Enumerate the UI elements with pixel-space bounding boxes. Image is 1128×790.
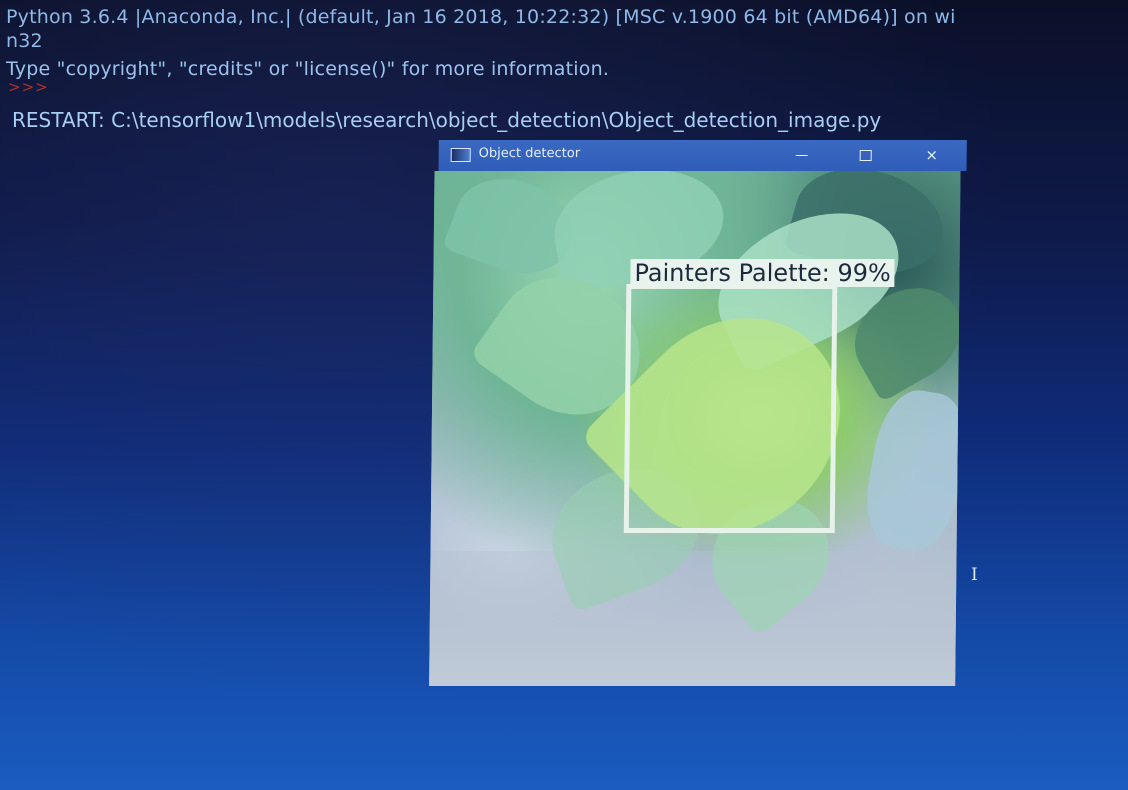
minimize-button[interactable] [787, 144, 817, 166]
detection-label: Painters Palette: 99% [630, 259, 895, 287]
restart-line: RESTART: C:\tensorflow1\models\research\… [12, 108, 882, 132]
python-version-line-wrap: n32 [6, 30, 43, 52]
minimize-icon [795, 155, 808, 156]
app-window-icon [450, 148, 471, 162]
close-button[interactable]: × [917, 144, 947, 166]
info-line: Type "copyright", "credits" or "license(… [6, 58, 610, 80]
close-icon: × [925, 146, 939, 164]
detection-image: Painters Palette: 99% [429, 171, 961, 686]
shell-prompt: >>> [8, 78, 49, 96]
detection-bounding-box [623, 284, 838, 533]
ground [429, 551, 957, 686]
window-title: Object detector [478, 146, 581, 161]
python-version-line: Python 3.6.4 |Anaconda, Inc.| (default, … [6, 6, 956, 28]
maximize-icon [859, 150, 872, 161]
window-titlebar[interactable]: Object detector × [438, 140, 967, 171]
object-detector-window[interactable]: Object detector × Painters Palette: 99% [429, 140, 967, 686]
leaf [857, 384, 961, 558]
maximize-button[interactable] [851, 144, 881, 166]
text-cursor-icon: I [971, 565, 978, 585]
